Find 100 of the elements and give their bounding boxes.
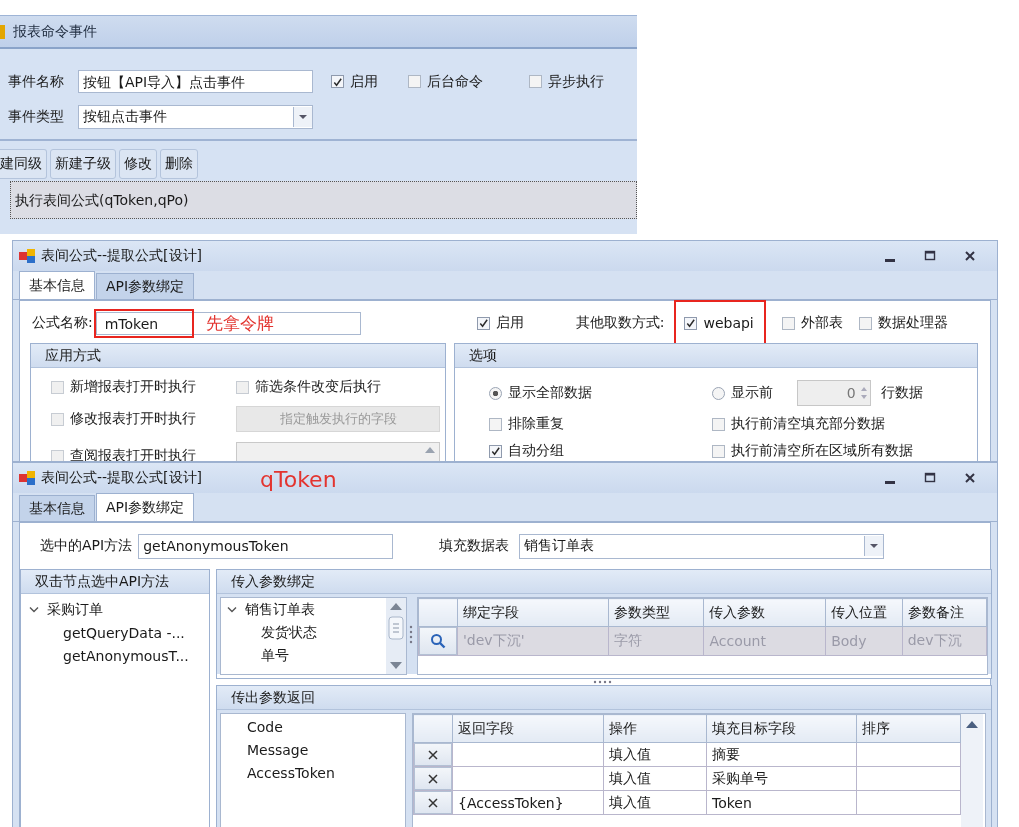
checkbox[interactable] [711, 444, 725, 458]
maximize-icon [924, 472, 936, 484]
checkbox-label: 筛选条件改变后执行 [255, 378, 381, 396]
group-title: 传入参数绑定 [217, 570, 991, 594]
search-icon [430, 633, 446, 649]
table-cell: 填入值 [603, 742, 707, 767]
checkbox[interactable] [51, 380, 64, 394]
checkbox-label: 启用 [350, 72, 378, 91]
checkbox-label: 后台命令 [427, 72, 483, 91]
chevron-icon[interactable] [29, 605, 39, 614]
checkbox-label: 异步执行 [548, 72, 604, 91]
splitter-handle-icon[interactable] [409, 624, 413, 644]
tab[interactable]: 基本信息 [19, 495, 95, 521]
dropdown-field[interactable]: 按钮点击事件 [78, 105, 313, 129]
checkbox[interactable] [476, 316, 490, 330]
close-icon [964, 250, 976, 262]
column-header[interactable]: 传入参数 [703, 598, 826, 627]
number-spinner[interactable]: 0 [796, 380, 871, 406]
tree-item[interactable]: 采购订单 [47, 600, 103, 619]
list-item[interactable]: AccessToken [247, 762, 405, 785]
checkbox[interactable] [51, 449, 64, 461]
close-icon [427, 796, 439, 809]
checkbox[interactable] [236, 380, 249, 394]
dropdown-value: 按钮点击事件 [83, 108, 168, 126]
column-header[interactable]: 操作 [603, 714, 707, 743]
toolbar-button[interactable]: 新建子级 [50, 149, 116, 179]
scrollbar[interactable] [961, 714, 983, 827]
text-field[interactable]: 按钮【API导入】点击事件 [78, 70, 313, 93]
field-label: 事件类型 [8, 108, 65, 126]
toolbar-button[interactable]: 删除 [160, 149, 198, 179]
column-header[interactable]: 返回字段 [452, 714, 604, 743]
tree-item[interactable]: getQueryData -... [63, 624, 185, 641]
tab[interactable]: API参数绑定 [96, 493, 195, 521]
tab[interactable]: API参数绑定 [96, 273, 195, 299]
checkbox[interactable] [684, 316, 698, 330]
checkbox[interactable] [408, 75, 421, 88]
group-title: 应用方式 [31, 344, 445, 368]
tree-item[interactable]: 销售订单表 [245, 600, 315, 619]
tree-item[interactable]: 单号 [261, 646, 289, 665]
group-title: 选项 [454, 344, 977, 368]
annotation-text: qToken [260, 467, 337, 493]
delete-button[interactable] [414, 767, 452, 790]
checkbox[interactable] [529, 75, 542, 88]
dropdown-value: 销售订单表 [524, 537, 596, 555]
table-cell: Body [825, 626, 903, 656]
column-header[interactable]: 绑定字段 [457, 598, 609, 627]
table-cell: 'dev下沉' [457, 626, 609, 656]
close-icon [427, 748, 439, 761]
checkbox-label: 数据处理器 [877, 314, 948, 332]
tree-item[interactable]: getAnonymousT... [63, 647, 189, 664]
checkbox-label: 修改报表打开时执行 [70, 410, 196, 428]
table-cell: 采购单号 [706, 766, 857, 791]
tree-item[interactable]: 发货状态 [261, 623, 317, 642]
tab[interactable]: 基本信息 [19, 271, 95, 299]
toolbar-button[interactable]: 修改 [119, 149, 157, 179]
window-title: 表间公式--提取公式[设计] [41, 247, 203, 265]
checkbox-label: 执行前清空所在区域所有数据 [730, 442, 913, 460]
check-icon [332, 75, 343, 88]
toolbar-button[interactable]: 建同级 [0, 149, 47, 179]
scrollbar[interactable] [386, 598, 407, 674]
column-header[interactable]: 参数备注 [902, 598, 987, 627]
column-header[interactable]: 参数类型 [608, 598, 704, 627]
column-header[interactable]: 传入位置 [825, 598, 903, 627]
close-icon [427, 772, 439, 785]
checkbox[interactable] [488, 417, 502, 431]
dropdown-field[interactable]: 销售订单表 [519, 533, 885, 559]
minimize-icon [885, 480, 895, 484]
field-label: 选中的API方法 [40, 537, 133, 555]
group-title: 传出参数返回 [217, 686, 991, 710]
checkbox-label: 启用 [495, 314, 524, 332]
minimize-icon [885, 258, 895, 262]
check-icon [685, 317, 697, 329]
column-header[interactable]: 填充目标字段 [706, 714, 857, 743]
radio-label: 显示全部数据 [507, 384, 592, 402]
chevron-icon[interactable] [227, 605, 237, 614]
delete-button[interactable] [414, 743, 452, 766]
checkbox[interactable] [488, 444, 502, 458]
radio-label: 显示前 [730, 384, 773, 402]
table-cell: 填入值 [603, 766, 707, 791]
list-item[interactable]: 执行表间公式(qToken,qPo) [10, 181, 637, 219]
table-cell: 摘要 [706, 742, 857, 767]
close-icon [964, 472, 976, 484]
checkbox[interactable] [711, 417, 725, 431]
radio-button[interactable] [488, 386, 502, 400]
checkbox-label: 执行前清空填充部分数据 [730, 415, 885, 433]
list-item[interactable]: Code [247, 716, 405, 739]
checkbox[interactable] [51, 412, 64, 426]
dropdown-arrow-icon[interactable] [864, 536, 884, 556]
list-item[interactable]: Message [247, 739, 405, 762]
panel-title: 报表命令事件 [13, 22, 97, 41]
group-title: 双击节点选中API方法 [21, 570, 209, 594]
delete-button[interactable] [414, 791, 452, 814]
checkbox[interactable] [858, 316, 872, 330]
column-header[interactable]: 排序 [856, 714, 961, 743]
checkbox[interactable] [781, 316, 795, 330]
radio-button[interactable] [711, 386, 725, 400]
dropdown-arrow-icon[interactable] [293, 107, 312, 127]
text-field[interactable]: getAnonymousToken [138, 533, 394, 559]
checkbox[interactable] [331, 75, 344, 88]
splitter-handle-icon[interactable] [593, 680, 613, 684]
